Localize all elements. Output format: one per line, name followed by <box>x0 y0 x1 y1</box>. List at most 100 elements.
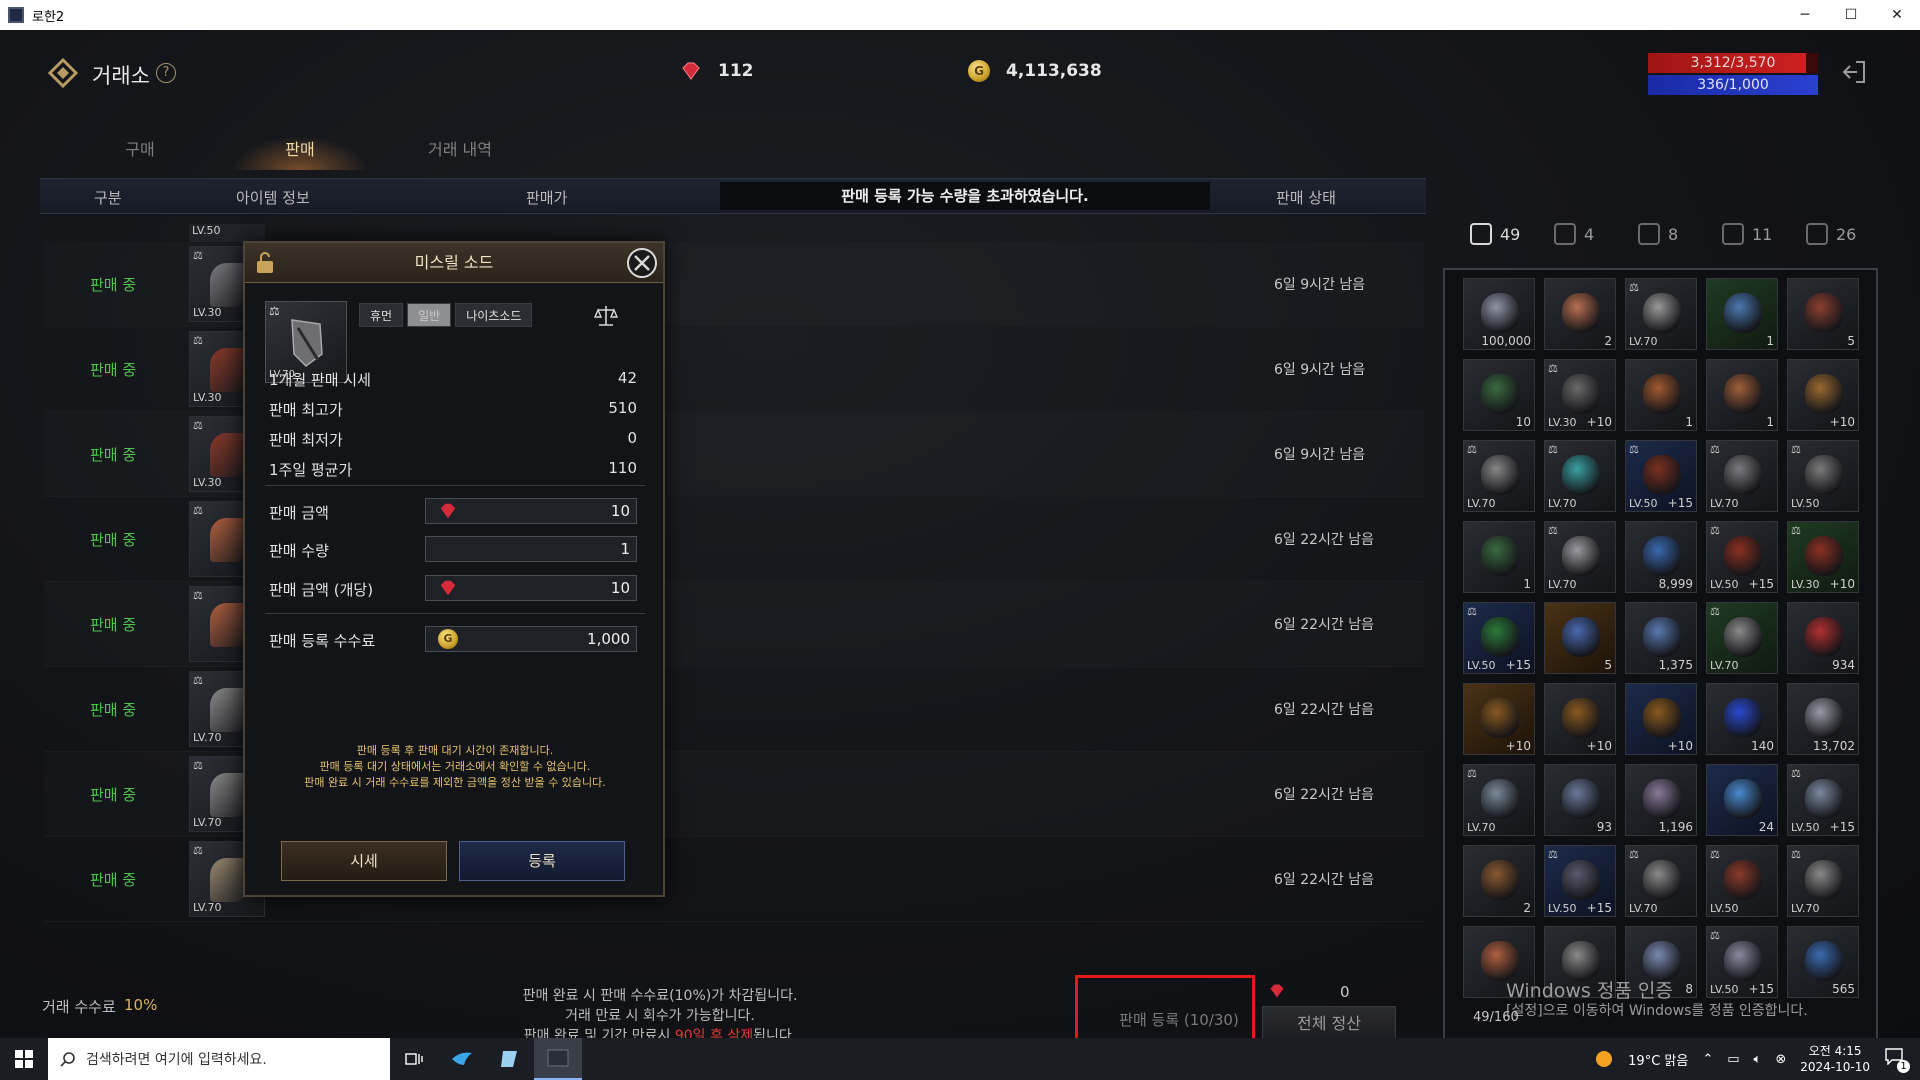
tab-history[interactable]: 거래 내역 <box>380 130 540 170</box>
inventory-item-icon <box>1805 779 1843 819</box>
exit-icon[interactable] <box>1840 58 1868 86</box>
tab-buy[interactable]: 구매 <box>60 130 220 170</box>
close-icon[interactable] <box>625 246 659 280</box>
inventory-slot[interactable]: ⚖ LV.50 +15 <box>1706 926 1778 998</box>
inventory-slot[interactable]: 1,196 <box>1625 764 1697 836</box>
inventory-slot[interactable]: 1 <box>1706 359 1778 431</box>
inventory-slot[interactable]: 100,000 <box>1463 278 1535 350</box>
row-remaining: 6일 22시간 남음 <box>1274 532 1375 548</box>
inventory-slot[interactable]: ⚖ LV.70 <box>1787 845 1859 917</box>
inventory-slot[interactable]: 1,375 <box>1625 602 1697 674</box>
filter-consumable[interactable]: 26 <box>1806 223 1878 245</box>
inventory-item-icon <box>1805 293 1843 333</box>
slot-count: 1 <box>1523 577 1531 591</box>
taskbar-app-files[interactable] <box>486 1038 534 1080</box>
accessory-filter-icon <box>1722 223 1744 245</box>
inventory-slot[interactable]: ⚖ LV.50 +15 <box>1706 521 1778 593</box>
inventory-slot[interactable]: +10 <box>1544 683 1616 755</box>
help-button[interactable]: ? <box>156 63 176 83</box>
register-button[interactable]: 등록 <box>459 841 625 881</box>
filter-all[interactable]: 49 <box>1470 223 1542 245</box>
slot-count: 5 <box>1604 658 1612 672</box>
filter-weapon[interactable]: 4 <box>1554 223 1626 245</box>
inventory-slot[interactable]: 5 <box>1787 278 1859 350</box>
inventory-slot[interactable]: 1 <box>1706 278 1778 350</box>
inventory-slot[interactable]: ⚖ LV.50 <box>1706 845 1778 917</box>
inventory-grid: 100,000 2 ⚖ LV.70 1 5 10 ⚖ LV.30 +10 1 1 +10 ⚖ LV.70 ⚖ L… <box>1463 278 1859 998</box>
inventory-slot[interactable]: ⚖ LV.50 +15 <box>1463 602 1535 674</box>
tradeable-icon: ⚖ <box>193 759 203 772</box>
maximize-button[interactable]: ☐ <box>1828 0 1874 30</box>
inventory-slot[interactable]: ⚖ LV.70 <box>1463 764 1535 836</box>
filter-armor[interactable]: 8 <box>1638 223 1710 245</box>
clock[interactable]: 오전 4:15 2024-10-10 <box>1800 1043 1870 1075</box>
inventory-slot[interactable]: +10 <box>1787 359 1859 431</box>
segment-general[interactable]: 일반 <box>407 303 452 327</box>
scale-icon[interactable] <box>593 303 619 329</box>
inventory-slot[interactable]: ⚖ LV.70 <box>1463 440 1535 512</box>
inventory-slot[interactable]: 8,999 <box>1625 521 1697 593</box>
slot-count: 24 <box>1758 820 1774 834</box>
minimize-button[interactable]: ─ <box>1782 0 1828 30</box>
inventory-filters: 49 4 8 11 26 <box>1470 216 1880 252</box>
inventory-slot[interactable]: ⚖ LV.70 <box>1625 845 1697 917</box>
inventory-slot[interactable]: ⚖ LV.70 <box>1625 278 1697 350</box>
tradeable-icon: ⚖ <box>1710 605 1720 618</box>
inventory-slot[interactable]: 93 <box>1544 764 1616 836</box>
tray-chevron-icon[interactable]: ⌃ <box>1702 1052 1713 1067</box>
inventory-slot[interactable]: 10 <box>1463 359 1535 431</box>
inventory-slot[interactable]: 24 <box>1706 764 1778 836</box>
ime-icon[interactable]: ⊗ <box>1775 1052 1786 1067</box>
inventory-slot[interactable]: 934 <box>1787 602 1859 674</box>
settle-all-button[interactable]: 전체 정산 <box>1262 1006 1396 1042</box>
inventory-slot[interactable]: ⚖ LV.50 +15 <box>1787 764 1859 836</box>
market-price-button[interactable]: 시세 <box>281 841 447 881</box>
inventory-slot[interactable]: 140 <box>1706 683 1778 755</box>
game-viewport: 거래소 ? 112 G 4,113,638 3,312/3,570 336/1,… <box>0 30 1920 1061</box>
inventory-slot[interactable]: ⚖ LV.70 <box>1544 440 1616 512</box>
inventory-slot[interactable]: ⚖ LV.50 <box>1787 440 1859 512</box>
task-view-button[interactable] <box>390 1038 438 1080</box>
inventory-slot[interactable]: +10 <box>1463 683 1535 755</box>
inventory-slot[interactable]: ⚖ LV.50 +15 <box>1625 440 1697 512</box>
filter-accessory[interactable]: 11 <box>1722 223 1794 245</box>
inventory-slot[interactable]: ⚖ LV.70 <box>1706 602 1778 674</box>
segment-human[interactable]: 휴먼 <box>359 303 404 327</box>
inventory-slot[interactable]: ⚖ LV.70 <box>1544 521 1616 593</box>
inventory-slot[interactable]: +10 <box>1625 683 1697 755</box>
taskbar-search[interactable]: 검색하려면 여기에 입력하세요. <box>48 1038 390 1080</box>
quantity-input[interactable]: 1 <box>425 536 637 562</box>
taskbar-app-game[interactable] <box>534 1038 582 1080</box>
inventory-slot[interactable]: 1 <box>1463 521 1535 593</box>
taskbar-app-bird[interactable] <box>438 1038 486 1080</box>
segment-knight-sword[interactable]: 나이츠소드 <box>455 303 533 327</box>
inventory-slot[interactable]: 1 <box>1625 359 1697 431</box>
inventory-slot[interactable]: 565 <box>1787 926 1859 998</box>
start-button[interactable] <box>0 1038 48 1080</box>
slot-count: +15 <box>1505 658 1531 672</box>
slot-level: LV.50 <box>1710 902 1739 915</box>
inventory-item-icon <box>1481 293 1519 333</box>
inventory-item-icon <box>1481 536 1519 576</box>
category-segment: 휴먼 일반 나이츠소드 <box>359 303 533 327</box>
network-icon[interactable]: ▭ <box>1727 1052 1739 1067</box>
inventory-slot[interactable]: ⚖ LV.30 +10 <box>1544 359 1616 431</box>
slot-count: +10 <box>1586 415 1612 429</box>
inventory-item-icon <box>1724 374 1762 414</box>
inventory-slot[interactable]: ⚖ LV.50 +15 <box>1544 845 1616 917</box>
tab-sell[interactable]: 판매 <box>220 130 380 170</box>
inventory-slot[interactable]: 2 <box>1544 278 1616 350</box>
slot-count: +15 <box>1748 577 1774 591</box>
inventory-slot[interactable]: 13,702 <box>1787 683 1859 755</box>
red-gem-icon <box>682 62 700 80</box>
price-input[interactable]: 10 <box>425 498 637 524</box>
inventory-slot[interactable]: ⚖ LV.70 <box>1706 440 1778 512</box>
inventory-slot[interactable]: 2 <box>1463 845 1535 917</box>
notification-button[interactable]: 1 <box>1884 1047 1910 1073</box>
row-status: 판매 중 <box>90 871 137 889</box>
volume-icon[interactable]: 🔈︎ <box>1754 1052 1762 1067</box>
inventory-slot[interactable]: ⚖ LV.30 +10 <box>1787 521 1859 593</box>
close-window-button[interactable]: ✕ <box>1874 0 1920 30</box>
inventory-slot[interactable]: 5 <box>1544 602 1616 674</box>
slot-level: LV.50 <box>1710 983 1739 996</box>
